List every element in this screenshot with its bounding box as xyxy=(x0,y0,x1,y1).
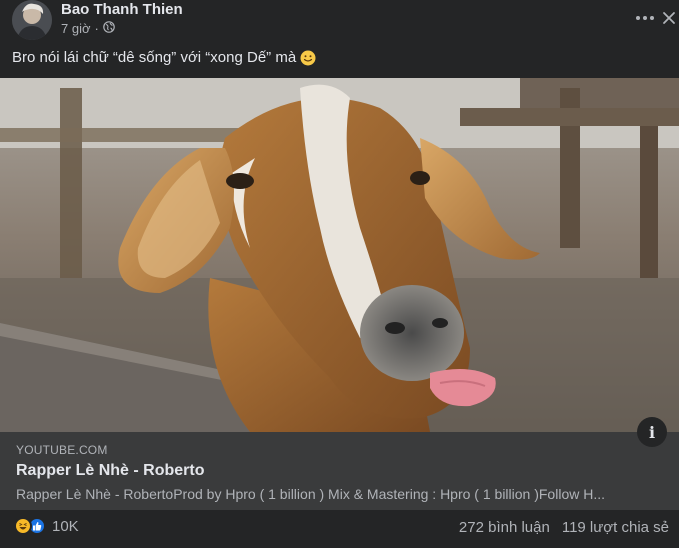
post-time[interactable]: 7 giờ xyxy=(61,21,91,36)
post-caption: Bro nói lái chữ “dê sống” với “xong Dế” … xyxy=(12,49,316,66)
author-avatar[interactable] xyxy=(12,0,52,40)
slightly-smiling-face-emoji xyxy=(300,50,316,66)
post-header: Bao Thanh Thien 7 giờ · xyxy=(12,0,679,42)
post-footer: 10K 272 bình luận 119 lượt chia sẻ xyxy=(0,510,679,548)
caption-text: Bro nói lái chữ “dê sống” với “xong Dế” … xyxy=(12,49,297,66)
post-meta: 7 giờ · xyxy=(61,21,115,36)
close-icon xyxy=(663,12,675,24)
link-title[interactable]: Rapper Lè Nhè - Roberto xyxy=(16,462,204,480)
shares-count[interactable]: 119 lượt chia sẻ xyxy=(562,519,669,536)
meta-separator: · xyxy=(94,21,99,36)
author-name[interactable]: Bao Thanh Thien xyxy=(61,1,183,18)
reactions-count: 10K xyxy=(52,517,79,535)
reactions-summary[interactable]: 10K xyxy=(14,517,79,535)
comments-count[interactable]: 272 bình luận xyxy=(459,519,550,536)
more-options-button[interactable] xyxy=(633,6,657,30)
more-horizontal-icon xyxy=(636,16,654,20)
haha-reaction-icon xyxy=(14,517,32,535)
hide-post-button[interactable] xyxy=(657,6,679,30)
link-thumbnail-image[interactable] xyxy=(0,78,679,432)
info-icon-button[interactable]: i xyxy=(637,417,667,447)
link-domain: YOUTUBE.COM xyxy=(16,443,108,457)
engagement-stats: 272 bình luận 119 lượt chia sẻ xyxy=(459,519,669,536)
link-description: Rapper Lè Nhè - RobertoProd by Hpro ( 1 … xyxy=(16,486,606,502)
facebook-post: Bao Thanh Thien 7 giờ · Bro nói lái chữ … xyxy=(0,0,679,548)
link-preview[interactable]: i YOUTUBE.COM Rapper Lè Nhè - Roberto Ra… xyxy=(0,417,679,510)
info-icon: i xyxy=(648,422,656,442)
globe-icon[interactable] xyxy=(103,21,115,36)
